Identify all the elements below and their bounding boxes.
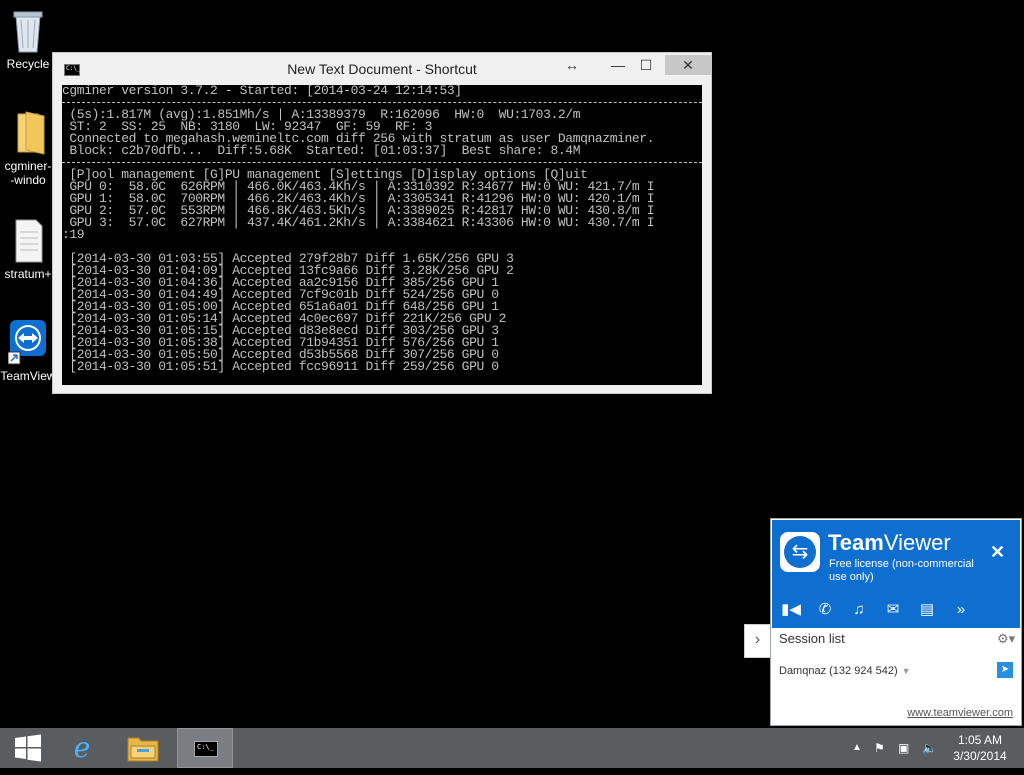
network-icon[interactable]: ▣ [898,728,909,768]
internet-explorer-icon[interactable]: e [54,728,110,768]
folder-icon [127,737,159,762]
gear-icon[interactable]: ⚙▾ [997,631,1015,647]
stats-line: Block: c2b70dfb... Diff:5.68K Started: [… [62,143,581,158]
console-window[interactable]: C:\_ New Text Document - Shortcut ↔ — ☐ … [52,52,712,394]
clock-time: 1:05 AM [957,733,1003,747]
teamviewer-header: ⇆ TeamViewer Free license (non-commercia… [772,520,1020,628]
folder-icon [17,111,45,155]
log-line: [2014-03-30 01:05:51] Accepted fcc96911 … [62,359,499,374]
close-icon[interactable]: ✕ [990,542,1005,563]
gpu-line: GPU 3: 57.0C 627RPM | 437.4K/461.2Kh/s |… [62,215,655,230]
desktop-icon-label: stratum+ [4,267,52,281]
minimize-button[interactable]: — [608,55,628,75]
session-partner[interactable]: Damqnaz (132 924 542) ▼ [779,665,911,677]
document-icon [15,219,43,263]
console-header-line: cgminer version 3.7.2 - Started: [2014-0… [62,85,462,98]
windows-icon [15,734,41,762]
teamviewer-brand: TeamViewer [828,530,951,556]
clock-date: 3/30/2014 [953,749,1007,763]
start-button[interactable] [0,728,56,768]
resize-icon[interactable]: ↔ [561,55,583,75]
taskbar: e C:\_ ▲ ⚑ ▣ 🔈 1:05 AM 3/30/2014 [0,728,1024,768]
recycle-bin-icon[interactable]: Recycle [0,6,56,71]
brand-rest: Viewer [883,530,951,555]
phone-icon[interactable]: ✆ [814,600,836,620]
stratum-file-icon[interactable]: stratum+ [0,216,56,281]
double-arrow-icon: ⇆ [784,536,816,568]
separator [62,102,702,104]
teamviewer-icon [7,320,46,365]
headset-icon[interactable]: ♫ [848,600,870,620]
separator [62,162,702,164]
volume-muted-icon[interactable]: 🔈 [922,728,937,768]
expand-panel-button[interactable]: › [744,624,770,658]
teamviewer-link[interactable]: www.teamviewer.com [907,707,1013,719]
desktop-icon-label: TeamView [0,369,56,383]
chat-icon[interactable]: ✉ [882,600,904,620]
file-explorer-icon[interactable] [115,728,171,768]
dropdown-arrow-icon[interactable]: ▼ [902,666,911,676]
title-bar[interactable]: C:\_ New Text Document - Shortcut ↔ — ☐ … [53,53,711,85]
files-icon[interactable]: ▤ [916,600,938,620]
show-hidden-icons-icon[interactable]: ▲ [852,728,862,768]
clock[interactable]: 1:05 AM 3/30/2014 [946,732,1014,764]
desktop-icon-label: cgminer- [4,159,52,173]
trash-icon [13,11,43,53]
close-button[interactable]: ✕ [665,55,711,75]
console-icon: C:\_ [194,741,218,757]
license-text: Free license (non-commercial use only) [829,558,974,583]
session-list-label: Session list [779,631,845,646]
teamviewer-panel[interactable]: ⇆ TeamViewer Free license (non-commercia… [770,518,1022,726]
maximize-button[interactable]: ☐ [636,55,656,75]
brand-bold: Team [828,530,884,555]
chevron-right-icon: › [754,631,761,648]
desktop-icon-label: -windo [10,173,46,187]
teamviewer-logo-icon: ⇆ [780,532,820,572]
teamviewer-shortcut-icon[interactable]: TeamView [0,318,56,383]
wrap-line: :19 [62,227,85,242]
teamviewer-toolbar: ▮◀ ✆ ♫ ✉ ▤ » [772,596,1020,624]
action-center-flag-icon[interactable]: ⚑ [874,728,885,768]
more-icon[interactable]: » [950,600,972,620]
cgminer-folder-icon[interactable]: cgminer- -windo [0,108,56,187]
console-output[interactable]: cgminer version 3.7.2 - Started: [2014-0… [62,85,702,385]
pointer-icon[interactable]: ➤ [997,662,1013,678]
partner-name: Damqnaz (132 924 542) [779,665,898,677]
video-icon[interactable]: ▮◀ [780,600,802,620]
desktop-icon-label: Recycle [6,57,50,71]
command-prompt-taskbar-button[interactable]: C:\_ [177,728,233,768]
